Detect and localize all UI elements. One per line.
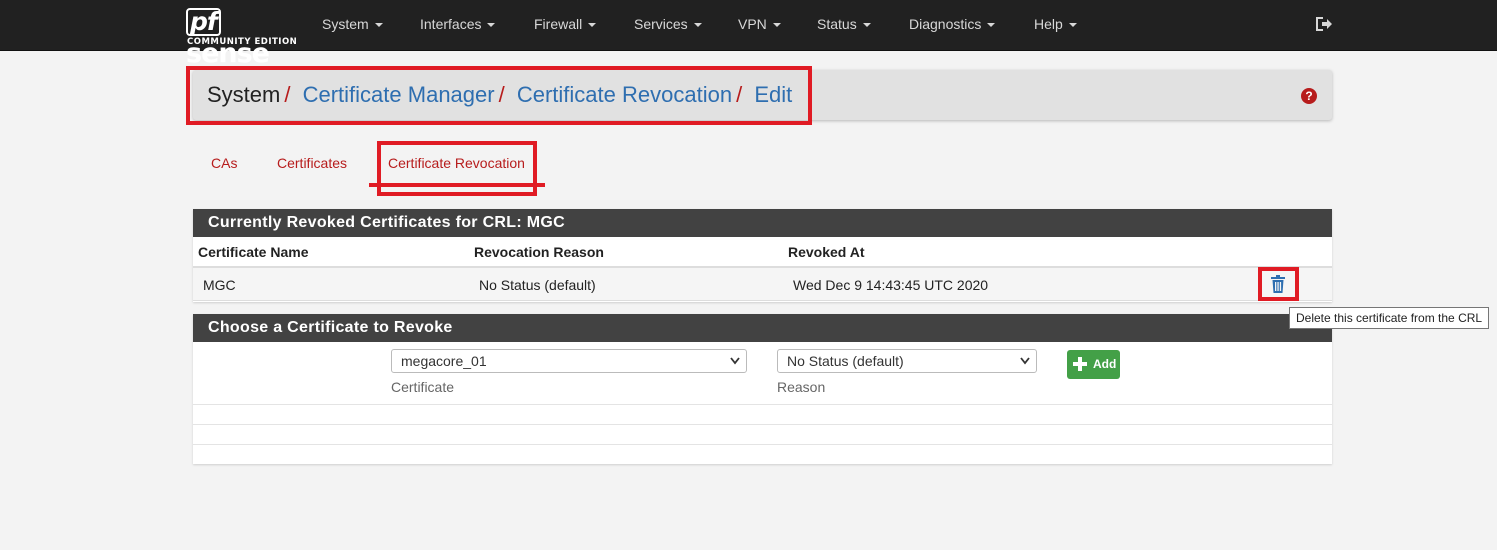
menu-label: Firewall: [534, 16, 583, 32]
revoke-certificate-panel: Choose a Certificate to Revoke megacore_…: [193, 314, 1332, 464]
revoked-certificates-panel: Currently Revoked Certificates for CRL: …: [193, 209, 1332, 302]
logo-subtitle: COMMUNITY EDITION: [187, 37, 298, 47]
breadcrumb-edit[interactable]: Edit: [754, 82, 792, 107]
column-certificate-name: Certificate Name: [198, 244, 309, 260]
menu-system[interactable]: System: [322, 0, 383, 51]
help-icon[interactable]: ?: [1301, 88, 1317, 104]
empty-row: [193, 425, 1332, 445]
tab-certificate-revocation[interactable]: Certificate Revocation: [388, 155, 525, 171]
empty-row: [193, 445, 1332, 465]
menu-label: Diagnostics: [909, 16, 982, 32]
chevron-down-icon: [730, 357, 740, 365]
top-navbar: pfsense COMMUNITY EDITION System Interfa…: [0, 0, 1497, 69]
menu-firewall[interactable]: Firewall: [534, 0, 597, 51]
logout-icon[interactable]: [1314, 15, 1332, 33]
menu-help[interactable]: Help: [1034, 0, 1077, 51]
breadcrumb-separator: /: [284, 82, 291, 107]
caret-down-icon: [987, 23, 996, 28]
empty-row: [193, 405, 1332, 425]
menu-vpn[interactable]: VPN: [738, 0, 781, 51]
menu-label: System: [322, 16, 369, 32]
breadcrumb-certificate-manager[interactable]: Certificate Manager: [303, 82, 495, 107]
table-row: MGC No Status (default) Wed Dec 9 14:43:…: [193, 268, 1332, 301]
menu-label: Services: [634, 16, 688, 32]
caret-down-icon: [772, 23, 781, 28]
panel-title: Currently Revoked Certificates for CRL: …: [193, 209, 1332, 237]
breadcrumb-certificate-revocation[interactable]: Certificate Revocation: [517, 82, 732, 107]
breadcrumb-bar: System / Certificate Manager / Certificate…: [193, 70, 1332, 120]
tab-certificates[interactable]: Certificates: [277, 155, 347, 171]
table-header: Certificate Name Revocation Reason Revok…: [193, 237, 1332, 268]
menu-diagnostics[interactable]: Diagnostics: [909, 0, 996, 51]
column-revoked-at: Revoked At: [788, 244, 865, 260]
certificate-select-value: megacore_01: [401, 353, 487, 369]
trash-icon[interactable]: [1271, 275, 1285, 293]
caret-down-icon: [588, 23, 597, 28]
add-button[interactable]: Add: [1067, 350, 1120, 379]
breadcrumb-separator: /: [736, 82, 743, 107]
active-tab-underline: [369, 183, 545, 187]
reason-help: Reason: [777, 379, 826, 395]
caret-down-icon: [1068, 23, 1077, 28]
caret-down-icon: [374, 23, 383, 28]
add-button-label: Add: [1093, 357, 1117, 371]
plus-icon: [1073, 357, 1087, 371]
menu-label: Help: [1034, 16, 1063, 32]
reason-select[interactable]: No Status (default): [777, 349, 1037, 373]
cell-revoked-at: Wed Dec 9 14:43:45 UTC 2020: [793, 277, 989, 293]
menu-status[interactable]: Status: [817, 0, 871, 51]
certificate-select[interactable]: megacore_01: [391, 349, 747, 373]
reason-select-value: No Status (default): [787, 353, 904, 369]
revoke-form-row: megacore_01 Certificate No Status (defau…: [193, 342, 1332, 405]
menu-services[interactable]: Services: [634, 0, 702, 51]
caret-down-icon: [487, 23, 496, 28]
certificate-help: Certificate: [391, 379, 455, 395]
caret-down-icon: [693, 23, 702, 28]
breadcrumb-system: System: [207, 82, 281, 107]
pfsense-logo[interactable]: pfsense COMMUNITY EDITION: [186, 6, 298, 69]
breadcrumb-separator: /: [498, 82, 505, 107]
logo-pf: pf: [186, 8, 221, 36]
delete-tooltip: Delete this certificate from the CRL: [1289, 307, 1490, 329]
column-revocation-reason: Revocation Reason: [474, 244, 604, 260]
chevron-down-icon: [1020, 357, 1030, 365]
cell-revocation-reason: No Status (default): [479, 277, 596, 293]
breadcrumb: System / Certificate Manager / Certificate…: [207, 82, 792, 108]
menu-label: VPN: [738, 16, 767, 32]
menu-label: Interfaces: [420, 16, 482, 32]
menu-label: Status: [817, 16, 857, 32]
cell-certificate-name: MGC: [203, 277, 236, 293]
panel-title: Choose a Certificate to Revoke: [193, 314, 1332, 342]
tab-cas[interactable]: CAs: [211, 155, 237, 171]
menu-interfaces[interactable]: Interfaces: [420, 0, 496, 51]
caret-down-icon: [862, 23, 871, 28]
